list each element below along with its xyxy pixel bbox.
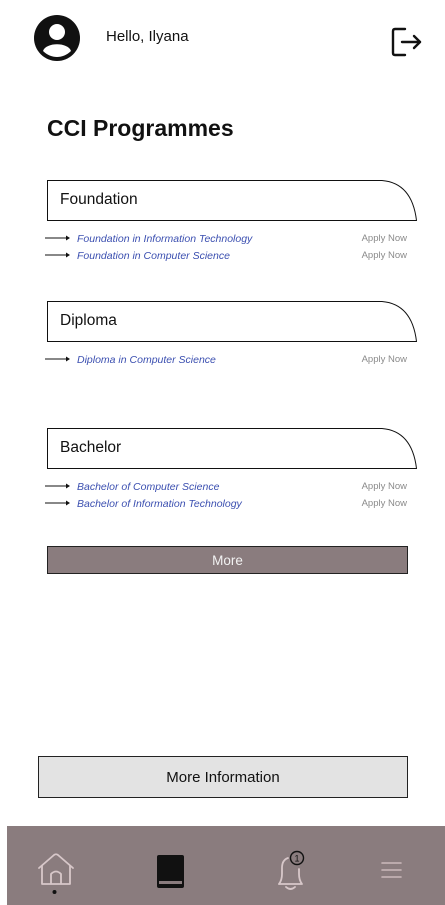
programme-link[interactable]: Foundation in Computer Science <box>77 250 230 262</box>
section-header-bachelor[interactable]: Bachelor <box>47 428 418 469</box>
arrow-right-icon <box>45 483 70 489</box>
section-header-foundation[interactable]: Foundation <box>47 180 418 221</box>
programme-link[interactable]: Bachelor of Computer Science <box>77 481 219 493</box>
nav-programmes[interactable] <box>149 826 209 905</box>
book-icon <box>157 855 184 888</box>
arrow-right-icon <box>45 252 70 258</box>
menu-icon <box>381 862 402 878</box>
apply-now-link[interactable]: Apply Now <box>362 250 407 261</box>
apply-now-link[interactable]: Apply Now <box>362 498 407 509</box>
more-button[interactable]: More <box>47 546 408 574</box>
apply-now-link[interactable]: Apply Now <box>362 354 407 365</box>
app-header: Hello, Ilyana <box>0 0 445 90</box>
notification-bell-icon: 1 <box>278 850 305 890</box>
programme-list: Bachelor of Computer Science Apply Now B… <box>45 481 417 515</box>
programme-row: Foundation in Computer Science Apply Now <box>45 250 417 267</box>
bottom-navigation-bar: 1 <box>7 826 445 905</box>
programme-row: Bachelor of Information Technology Apply… <box>45 498 417 515</box>
programme-row: Bachelor of Computer Science Apply Now <box>45 481 417 498</box>
programme-link[interactable]: Diploma in Computer Science <box>77 354 216 366</box>
arrow-right-icon <box>45 235 70 241</box>
programme-link[interactable]: Foundation in Information Technology <box>77 233 252 245</box>
section-header-diploma[interactable]: Diploma <box>47 301 418 342</box>
notification-count: 1 <box>294 854 299 864</box>
logout-icon[interactable] <box>389 24 425 60</box>
programme-row: Foundation in Information Technology App… <box>45 233 417 250</box>
section-title: Foundation <box>60 191 138 208</box>
programme-list: Foundation in Information Technology App… <box>45 233 417 267</box>
apply-now-link[interactable]: Apply Now <box>362 481 407 492</box>
nav-notifications[interactable]: 1 <box>265 826 325 905</box>
nav-menu[interactable] <box>375 826 435 905</box>
programme-list: Diploma in Computer Science Apply Now <box>45 354 417 371</box>
section-title: Diploma <box>60 312 117 329</box>
greeting-text: Hello, Ilyana <box>106 28 189 45</box>
programme-section-diploma: Diploma Diploma in Computer Science Appl… <box>45 301 418 371</box>
programme-row: Diploma in Computer Science Apply Now <box>45 354 417 371</box>
programme-section-bachelor: Bachelor Bachelor of Computer Science Ap… <box>45 428 418 515</box>
section-title: Bachelor <box>60 439 122 456</box>
page-title: CCI Programmes <box>47 115 234 141</box>
programme-section-foundation: Foundation Foundation in Information Tec… <box>45 180 418 267</box>
apply-now-link[interactable]: Apply Now <box>362 233 407 244</box>
more-information-button[interactable]: More Information <box>38 756 408 798</box>
programme-link[interactable]: Bachelor of Information Technology <box>77 498 242 510</box>
nav-home[interactable] <box>32 826 92 905</box>
arrow-right-icon <box>45 500 70 506</box>
arrow-right-icon <box>45 356 70 362</box>
home-icon <box>38 853 74 894</box>
user-avatar-icon[interactable] <box>32 13 82 63</box>
